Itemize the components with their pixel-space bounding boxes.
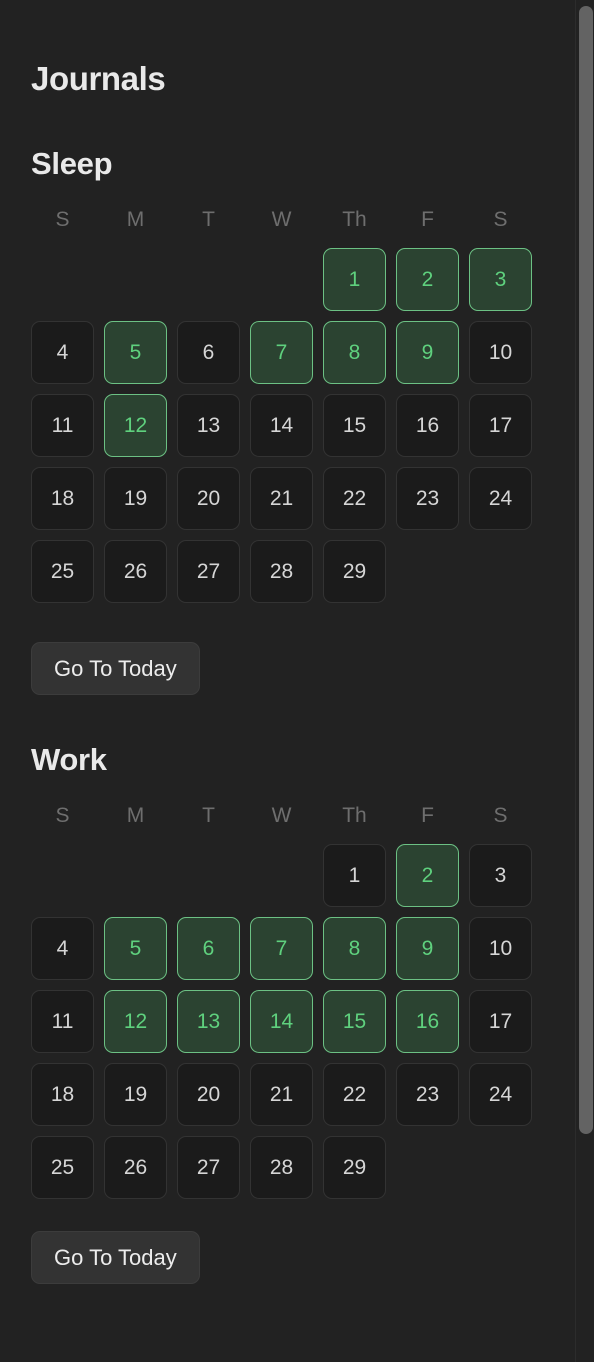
- calendar-day-cell[interactable]: 28: [250, 540, 313, 603]
- calendar-day-cell[interactable]: 13: [177, 394, 240, 457]
- calendar-blank-cell: [250, 844, 313, 907]
- calendar-day-cell[interactable]: 1: [323, 844, 386, 907]
- weekday-label-2: T: [202, 804, 215, 827]
- calendar-day-cell[interactable]: 1: [323, 248, 386, 311]
- calendar-day-cell[interactable]: 29: [323, 1136, 386, 1199]
- calendar-day-cell[interactable]: 2: [396, 248, 459, 311]
- calendar-day-cell[interactable]: 29: [323, 540, 386, 603]
- calendar-day-cell[interactable]: 13: [177, 990, 240, 1053]
- calendar-day-cell[interactable]: 10: [469, 321, 532, 384]
- calendar-day-cell[interactable]: 12: [104, 394, 167, 457]
- weekday-label-3: W: [271, 208, 292, 231]
- calendar-day-cell[interactable]: 16: [396, 990, 459, 1053]
- calendar-day-cell[interactable]: 23: [396, 1063, 459, 1126]
- scroll-viewport: Journals Sleep S M T W Th F S 1 2 3 4 5 6 7 8 9 10 11 12 1…: [0, 0, 594, 1362]
- calendar-day-cell[interactable]: 21: [250, 1063, 313, 1126]
- weekday-label-1: M: [126, 208, 145, 231]
- calendar-day-cell[interactable]: 22: [323, 467, 386, 530]
- calendar-day-cell[interactable]: 8: [323, 917, 386, 980]
- calendar-day-cell[interactable]: 9: [396, 917, 459, 980]
- calendar-day-cell[interactable]: 24: [469, 1063, 532, 1126]
- journals-panel: Journals Sleep S M T W Th F S 1 2 3 4 5 6 7 8 9 10 11 12 1…: [0, 0, 563, 1284]
- calendar-day-cell[interactable]: 27: [177, 1136, 240, 1199]
- calendar-blank-cell: [250, 248, 313, 311]
- calendar-day-cell[interactable]: 16: [396, 394, 459, 457]
- journal-section-sleep: Sleep S M T W Th F S 1 2 3 4 5 6 7 8 9 10 11 12 13 14 15 16 17…: [31, 95, 563, 695]
- calendar-day-cell[interactable]: 11: [31, 990, 94, 1053]
- go-to-today-button[interactable]: Go To Today: [31, 642, 200, 695]
- calendar-day-cell[interactable]: 4: [31, 917, 94, 980]
- calendar-day-cell[interactable]: 25: [31, 1136, 94, 1199]
- calendar-day-cell[interactable]: 27: [177, 540, 240, 603]
- calendar-day-cell[interactable]: 15: [323, 990, 386, 1053]
- weekday-label-5: F: [421, 804, 434, 827]
- calendar-day-cell[interactable]: 17: [469, 990, 532, 1053]
- calendar-day-cell[interactable]: 25: [31, 540, 94, 603]
- calendar-blank-cell: [31, 844, 94, 907]
- weekday-label-4: Th: [342, 208, 367, 231]
- calendar-day-cell[interactable]: 7: [250, 917, 313, 980]
- weekday-label-6: S: [493, 804, 508, 827]
- calendar-day-cell[interactable]: 11: [31, 394, 94, 457]
- calendar-day-cell[interactable]: 9: [396, 321, 459, 384]
- calendar-day-cell[interactable]: 21: [250, 467, 313, 530]
- calendar-day-cell[interactable]: 19: [104, 1063, 167, 1126]
- page-title: Journals: [31, 60, 166, 97]
- calendar-days-grid: 1 2 3 4 5 6 7 8 9 10 11 12 13 14 15 16 17 18 19 20 21 22 23 24 2…: [31, 248, 542, 603]
- calendar-blank-cell: [177, 248, 240, 311]
- weekday-label-0: S: [55, 208, 70, 231]
- journal-title: Work: [31, 742, 107, 777]
- calendar-day-cell[interactable]: 20: [177, 1063, 240, 1126]
- calendar-blank-cell: [31, 248, 94, 311]
- calendar-day-cell[interactable]: 26: [104, 540, 167, 603]
- calendar-day-cell[interactable]: 28: [250, 1136, 313, 1199]
- calendar-day-cell[interactable]: 20: [177, 467, 240, 530]
- calendar-day-cell[interactable]: 18: [31, 467, 94, 530]
- vertical-scrollbar-track[interactable]: [575, 0, 594, 1362]
- weekday-label-6: S: [493, 208, 508, 231]
- calendar-day-cell[interactable]: 22: [323, 1063, 386, 1126]
- calendar-day-cell[interactable]: 18: [31, 1063, 94, 1126]
- calendar-days-grid: 1 2 3 4 5 6 7 8 9 10 11 12 13 14 15 16 17 18 19 20 21 22 23 24 2…: [31, 844, 542, 1199]
- calendar-day-cell[interactable]: 17: [469, 394, 532, 457]
- calendar-work: S M T W Th F S 1 2 3 4 5 6 7 8 9 10 11 12 13 14 15 16 17 18 19 20…: [31, 802, 542, 1199]
- vertical-scrollbar-thumb[interactable]: [579, 6, 593, 1134]
- weekday-label-0: S: [55, 804, 70, 827]
- weekday-label-3: W: [271, 804, 292, 827]
- journal-section-work: Work S M T W Th F S 1 2 3 4 5 6 7 8 9 10 11 12 13 14 15 16 17 1…: [31, 695, 563, 1284]
- calendar-day-cell[interactable]: 12: [104, 990, 167, 1053]
- calendar-day-cell[interactable]: 10: [469, 917, 532, 980]
- calendar-day-cell[interactable]: 5: [104, 321, 167, 384]
- calendar-day-cell[interactable]: 3: [469, 248, 532, 311]
- calendar-day-cell[interactable]: 14: [250, 990, 313, 1053]
- calendar-day-cell[interactable]: 2: [396, 844, 459, 907]
- calendar-blank-cell: [177, 844, 240, 907]
- weekday-label-2: T: [202, 208, 215, 231]
- weekday-label-5: F: [421, 208, 434, 231]
- calendar-day-cell[interactable]: 4: [31, 321, 94, 384]
- journal-title: Sleep: [31, 146, 113, 181]
- calendar-day-cell[interactable]: 23: [396, 467, 459, 530]
- weekday-header-row: S M T W Th F S: [31, 206, 542, 234]
- calendar-sleep: S M T W Th F S 1 2 3 4 5 6 7 8 9 10 11 12 13 14 15 16 17 18 19 20…: [31, 206, 542, 603]
- calendar-day-cell[interactable]: 3: [469, 844, 532, 907]
- calendar-day-cell[interactable]: 26: [104, 1136, 167, 1199]
- calendar-day-cell[interactable]: 19: [104, 467, 167, 530]
- calendar-day-cell[interactable]: 6: [177, 917, 240, 980]
- calendar-day-cell[interactable]: 5: [104, 917, 167, 980]
- weekday-label-4: Th: [342, 804, 367, 827]
- calendar-day-cell[interactable]: 24: [469, 467, 532, 530]
- calendar-day-cell[interactable]: 15: [323, 394, 386, 457]
- go-to-today-button[interactable]: Go To Today: [31, 1231, 200, 1284]
- calendar-day-cell[interactable]: 14: [250, 394, 313, 457]
- weekday-header-row: S M T W Th F S: [31, 802, 542, 830]
- calendar-blank-cell: [104, 844, 167, 907]
- calendar-day-cell[interactable]: 8: [323, 321, 386, 384]
- weekday-label-1: M: [126, 804, 145, 827]
- calendar-day-cell[interactable]: 6: [177, 321, 240, 384]
- calendar-day-cell[interactable]: 7: [250, 321, 313, 384]
- calendar-blank-cell: [104, 248, 167, 311]
